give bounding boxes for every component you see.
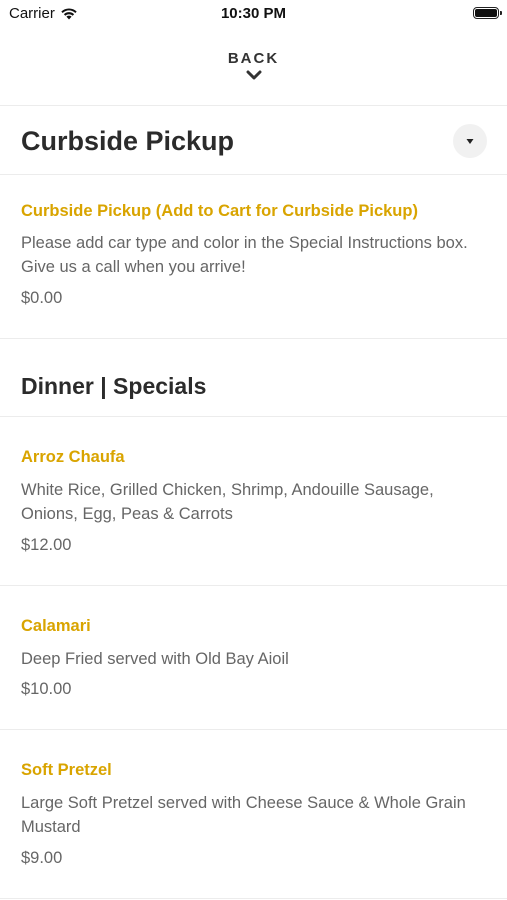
section-header-curbside: Curbside Pickup (0, 107, 507, 175)
item-price: $10.00 (21, 680, 72, 698)
section-title: Dinner | Specials (21, 373, 207, 399)
chevron-down-icon (246, 70, 261, 80)
item-name: Soft Pretzel (21, 761, 112, 779)
menu-item-arroz-chaufa[interactable]: Arroz Chaufa White Rice, Grilled Chicken… (0, 417, 507, 586)
item-name: Calamari (21, 617, 91, 635)
back-button[interactable]: BACK (0, 40, 507, 106)
section-title: Curbside Pickup (21, 126, 235, 156)
menu-item-calamari[interactable]: Calamari Deep Fried served with Old Bay … (0, 586, 507, 730)
dropdown-caret-icon (466, 138, 474, 144)
battery-icon (473, 7, 502, 19)
item-name: Arroz Chaufa (21, 448, 125, 466)
menu-item-soft-pretzel[interactable]: Soft Pretzel Large Soft Pretzel served w… (0, 730, 507, 899)
menu-item-curbside-pickup[interactable]: Curbside Pickup (Add to Cart for Curbsid… (0, 175, 507, 339)
item-description: Deep Fried served with Old Bay Aioil (21, 650, 289, 668)
item-description: Please add car type and color in the Spe… (21, 234, 468, 276)
status-time: 10:30 PM (220, 5, 287, 22)
item-description: Large Soft Pretzel served with Cheese Sa… (21, 794, 466, 836)
item-price: $12.00 (21, 536, 72, 554)
back-label: BACK (227, 50, 280, 67)
status-bar: Carrier 10:30 PM (0, 0, 507, 28)
section-header-dinner-specials: Dinner | Specials (0, 339, 507, 417)
item-description: White Rice, Grilled Chicken, Shrimp, And… (21, 481, 434, 523)
item-price: $9.00 (21, 849, 63, 867)
item-price: $0.00 (21, 289, 63, 307)
item-name: Curbside Pickup (Add to Cart for Curbsid… (21, 202, 418, 220)
section-dropdown-button[interactable] (453, 124, 487, 158)
